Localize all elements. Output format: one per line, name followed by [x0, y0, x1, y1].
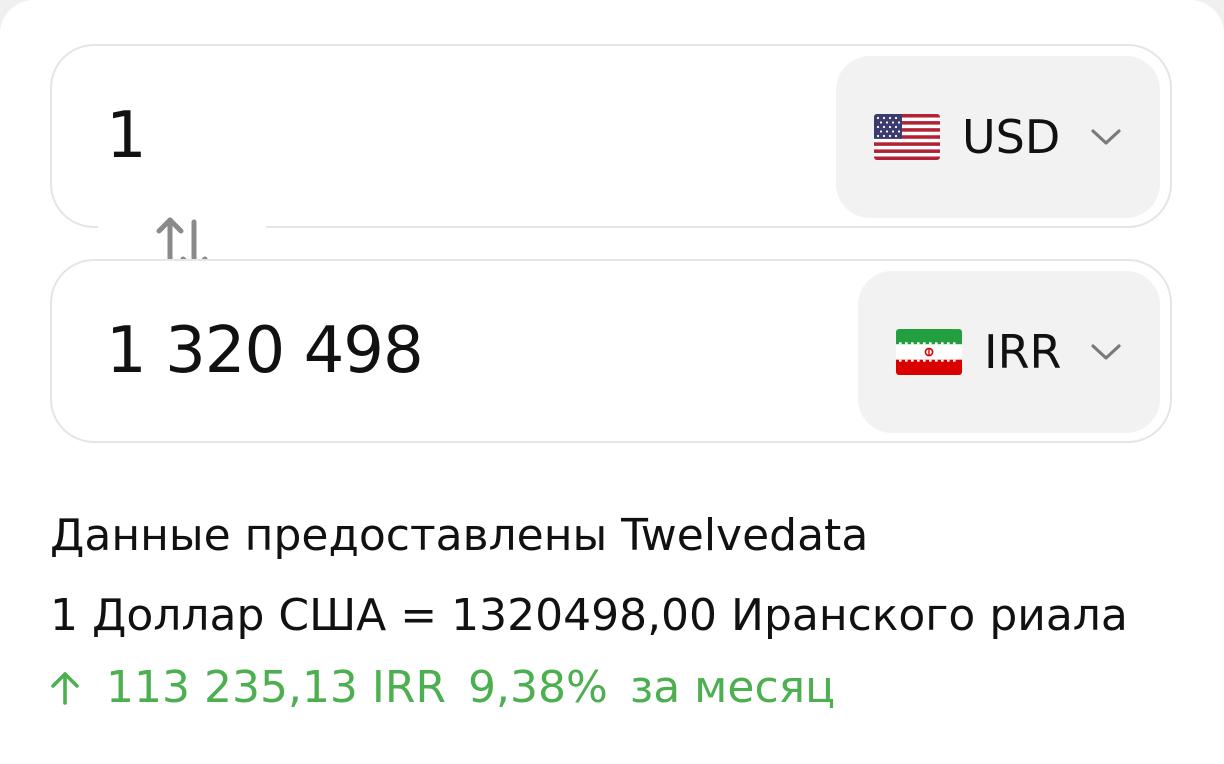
from-amount-input[interactable]: 1	[106, 104, 147, 168]
us-flag-icon	[874, 114, 940, 160]
from-amount-box[interactable]: 1 USD	[50, 44, 1172, 228]
arrow-up-icon	[51, 672, 79, 705]
iran-flag-icon	[896, 329, 962, 375]
change-period: за месяц	[629, 662, 836, 713]
from-currency-code: USD	[962, 110, 1061, 164]
exchange-rate-text: 1 Доллар США = 1320498,00 Иранского риал…	[50, 590, 1128, 641]
to-amount-box[interactable]: 1 320 498 IRR	[50, 259, 1172, 443]
currency-converter-card: 1 USD 1 320 498 IRR Данные предоставлены…	[0, 0, 1224, 764]
to-currency-code: IRR	[984, 325, 1062, 379]
chevron-down-icon	[1091, 129, 1121, 145]
chevron-down-icon	[1091, 344, 1121, 360]
monthly-change-row: 113 235,13 IRR 9,38% за месяц	[50, 666, 835, 710]
data-source-text: Данные предоставлены Twelvedata	[50, 510, 869, 561]
change-amount: 113 235,13 IRR	[106, 662, 447, 713]
to-currency-select[interactable]: IRR	[858, 271, 1160, 433]
change-percent: 9,38%	[468, 662, 608, 713]
from-currency-select[interactable]: USD	[836, 56, 1160, 218]
to-amount-input[interactable]: 1 320 498	[106, 319, 424, 383]
